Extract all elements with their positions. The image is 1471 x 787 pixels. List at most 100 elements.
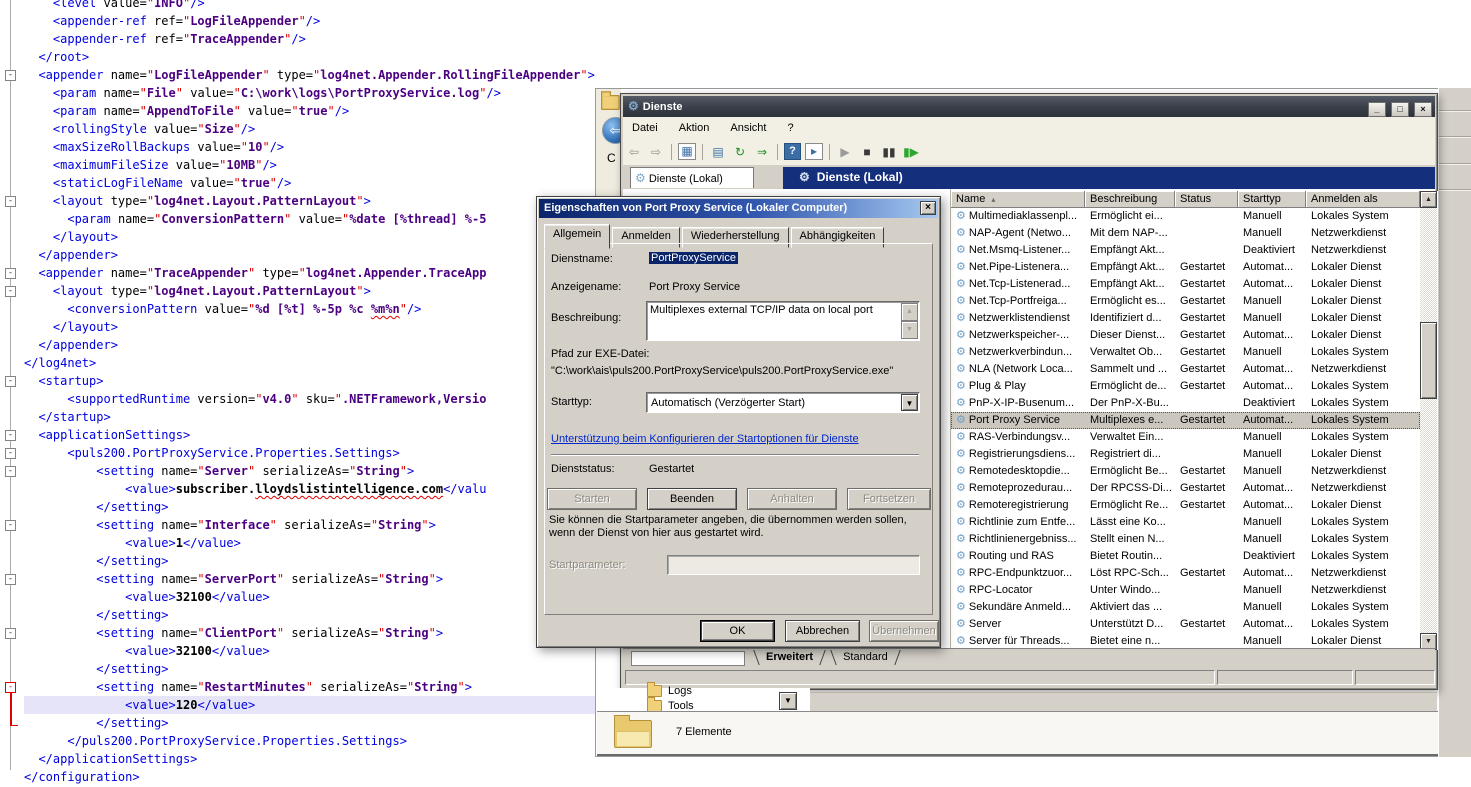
column-header-name[interactable]: Name▴: [951, 191, 1085, 208]
fold-toggle[interactable]: -: [5, 376, 16, 387]
tab-allgemein[interactable]: Allgemein: [544, 224, 610, 249]
service-row[interactable]: ⚙Net.Msmq-Listener...Empfängt Akt...Deak…: [951, 242, 1420, 259]
service-row[interactable]: ⚙Sekundäre Anmeld...Aktiviert das ...Man…: [951, 599, 1420, 616]
service-row[interactable]: ⚙NAP-Agent (Netwo...Mit dem NAP-...Manue…: [951, 225, 1420, 242]
uebernehmen-button[interactable]: Übernehmen: [869, 620, 939, 642]
column-header-beschreibung[interactable]: Beschreibung: [1085, 191, 1175, 208]
service-status: Gestartet: [1175, 412, 1238, 429]
service-row[interactable]: ⚙Port Proxy ServiceMultiplexes e...Gesta…: [951, 412, 1420, 429]
service-row[interactable]: ⚙Remotedesktopdie...Ermöglicht Be...Gest…: [951, 463, 1420, 480]
service-row[interactable]: ⚙Richtlinie zum Entfe...Lässt eine Ko...…: [951, 514, 1420, 531]
service-row[interactable]: ⚙Net.Tcp-Portfreiga...Ermöglicht es...Ge…: [951, 293, 1420, 310]
service-gear-icon: ⚙: [956, 567, 966, 579]
abbrechen-button[interactable]: Abbrechen: [785, 620, 860, 642]
ok-button[interactable]: OK: [700, 620, 775, 642]
service-row[interactable]: ⚙Netzwerkspeicher-...Dieser Dienst...Ges…: [951, 327, 1420, 344]
service-name: ⚙Plug & Play: [951, 378, 1085, 395]
service-row[interactable]: ⚙NetzwerklistendienstIdentifiziert d...G…: [951, 310, 1420, 327]
desktop: ------------ <level value="INFO"/> <appe…: [0, 0, 1471, 787]
fold-toggle[interactable]: -: [5, 448, 16, 459]
dialog-titlebar[interactable]: Eigenschaften von Port Proxy Service (Lo…: [539, 199, 938, 218]
menu-item-aktion[interactable]: Aktion: [670, 122, 719, 134]
close-button[interactable]: ×: [1414, 102, 1432, 117]
scope-tab-dienste-lokal[interactable]: ⚙ Dienste (Lokal): [630, 167, 754, 188]
tab-erweitert[interactable]: Erweitert: [762, 649, 817, 666]
fold-toggle[interactable]: -: [5, 628, 16, 639]
service-row[interactable]: ⚙Multimediaklassenpl...Ermöglicht ei...M…: [951, 208, 1420, 225]
fold-toggle[interactable]: -: [5, 70, 16, 81]
restart-service-icon[interactable]: ▮▶: [902, 143, 920, 161]
scrollbar-thumb[interactable]: [1420, 322, 1437, 399]
service-gear-icon: ⚙: [956, 380, 966, 392]
service-row[interactable]: ⚙RPC-Endpunktzuor...Löst RPC-Sch...Gesta…: [951, 565, 1420, 582]
service-description: Ermöglicht de...: [1085, 378, 1175, 395]
service-logonas: Lokales System: [1306, 344, 1420, 361]
column-header-starttyp[interactable]: Starttyp: [1238, 191, 1306, 208]
scroll-up-button[interactable]: [1420, 191, 1437, 208]
show-console-tree-icon[interactable]: ▦: [678, 143, 696, 160]
service-logonas: Lokales System: [1306, 599, 1420, 616]
pause-service-icon[interactable]: ▮▮: [880, 143, 898, 161]
service-logonas: Lokales System: [1306, 412, 1420, 429]
service-row[interactable]: ⚙Routing und RASBietet Routin...Deaktivi…: [951, 548, 1420, 565]
fold-toggle[interactable]: -: [5, 520, 16, 531]
service-status: Gestartet: [1175, 276, 1238, 293]
service-status: Gestartet: [1175, 344, 1238, 361]
start-service-icon[interactable]: ▶: [836, 143, 854, 161]
fold-toggle[interactable]: -: [5, 682, 16, 693]
service-row[interactable]: ⚙RemoteregistrierungErmöglicht Re...Gest…: [951, 497, 1420, 514]
service-row[interactable]: ⚙Net.Pipe-Listenera...Empfängt Akt...Ges…: [951, 259, 1420, 276]
service-name: ⚙Remotedesktopdie...: [951, 463, 1085, 480]
service-row[interactable]: ⚙Net.Tcp-Listenerad...Empfängt Akt...Ges…: [951, 276, 1420, 293]
services-gear-icon: ⚙: [635, 171, 646, 185]
menu-item-hilfe[interactable]: ?: [779, 122, 803, 134]
fold-toggle[interactable]: -: [5, 574, 16, 585]
service-name: ⚙NAP-Agent (Netwo...: [951, 225, 1085, 242]
column-header-status[interactable]: Status: [1175, 191, 1238, 208]
stop-service-icon[interactable]: ■: [858, 143, 876, 161]
fold-toggle[interactable]: -: [5, 430, 16, 441]
help-icon[interactable]: ?: [784, 143, 801, 160]
service-description: Ermöglicht Be...: [1085, 463, 1175, 480]
service-row[interactable]: ⚙RAS-Verbindungsv...Verwaltet Ein...Manu…: [951, 429, 1420, 446]
dropdown-button[interactable]: [779, 692, 797, 710]
maximize-button[interactable]: □: [1391, 102, 1409, 117]
service-logonas: Lokaler Dienst: [1306, 497, 1420, 514]
service-row[interactable]: ⚙NLA (Network Loca...Sammelt und ...Gest…: [951, 361, 1420, 378]
fold-toggle[interactable]: -: [5, 286, 16, 297]
list-filter-box[interactable]: [631, 651, 745, 666]
service-row[interactable]: ⚙Netzwerkverbindun...Verwaltet Ob...Gest…: [951, 344, 1420, 361]
service-row[interactable]: ⚙RPC-LocatorUnter Windo...ManuellNetzwer…: [951, 582, 1420, 599]
service-description: Der PnP-X-Bu...: [1085, 395, 1175, 412]
service-logonas: Lokales System: [1306, 548, 1420, 565]
services-titlebar[interactable]: ⚙Dienste _ □ ×: [623, 96, 1435, 117]
refresh-icon[interactable]: ↻: [731, 143, 749, 161]
pane-header: ⚙Dienste (Lokal): [783, 167, 1435, 189]
service-description: Empfängt Akt...: [1085, 276, 1175, 293]
details-pane: 7 Elemente: [597, 711, 1438, 756]
service-description: Aktiviert das ...: [1085, 599, 1175, 616]
service-row[interactable]: ⚙Remoteprozedurau...Der RPCSS-Di...Gesta…: [951, 480, 1420, 497]
minimize-button[interactable]: _: [1368, 102, 1386, 117]
fold-toggle[interactable]: -: [5, 196, 16, 207]
service-row[interactable]: ⚙Plug & PlayErmöglicht de...GestartetAut…: [951, 378, 1420, 395]
export-list-icon[interactable]: ⇒: [753, 143, 771, 161]
menu-item-datei[interactable]: Datei: [623, 122, 667, 134]
services-scrollbar[interactable]: [1420, 191, 1437, 650]
dialog-close-button[interactable]: ×: [920, 201, 936, 215]
service-row[interactable]: ⚙Registrierungsdiens...Registriert di...…: [951, 446, 1420, 463]
menu-item-ansicht[interactable]: Ansicht: [721, 122, 775, 134]
fold-toggle[interactable]: -: [5, 268, 16, 279]
service-row[interactable]: ⚙PnP-X-IP-Busenum...Der PnP-X-Bu...Deakt…: [951, 395, 1420, 412]
show-window-icon[interactable]: ▸: [805, 143, 823, 160]
column-header-anmelden-als[interactable]: Anmelden als: [1306, 191, 1420, 208]
service-logonas: Netzwerkdienst: [1306, 361, 1420, 378]
fold-toggle[interactable]: -: [5, 466, 16, 477]
forward-icon[interactable]: ⇨: [647, 143, 665, 161]
tab-standard[interactable]: Standard: [839, 649, 892, 666]
back-icon[interactable]: ⇦: [625, 143, 643, 161]
properties-icon[interactable]: ▤: [709, 143, 727, 161]
big-folder-icon: [614, 720, 652, 748]
service-row[interactable]: ⚙ServerUnterstützt D...GestartetAutomat.…: [951, 616, 1420, 633]
service-row[interactable]: ⚙Richtlinienergebniss...Stellt einen N..…: [951, 531, 1420, 548]
